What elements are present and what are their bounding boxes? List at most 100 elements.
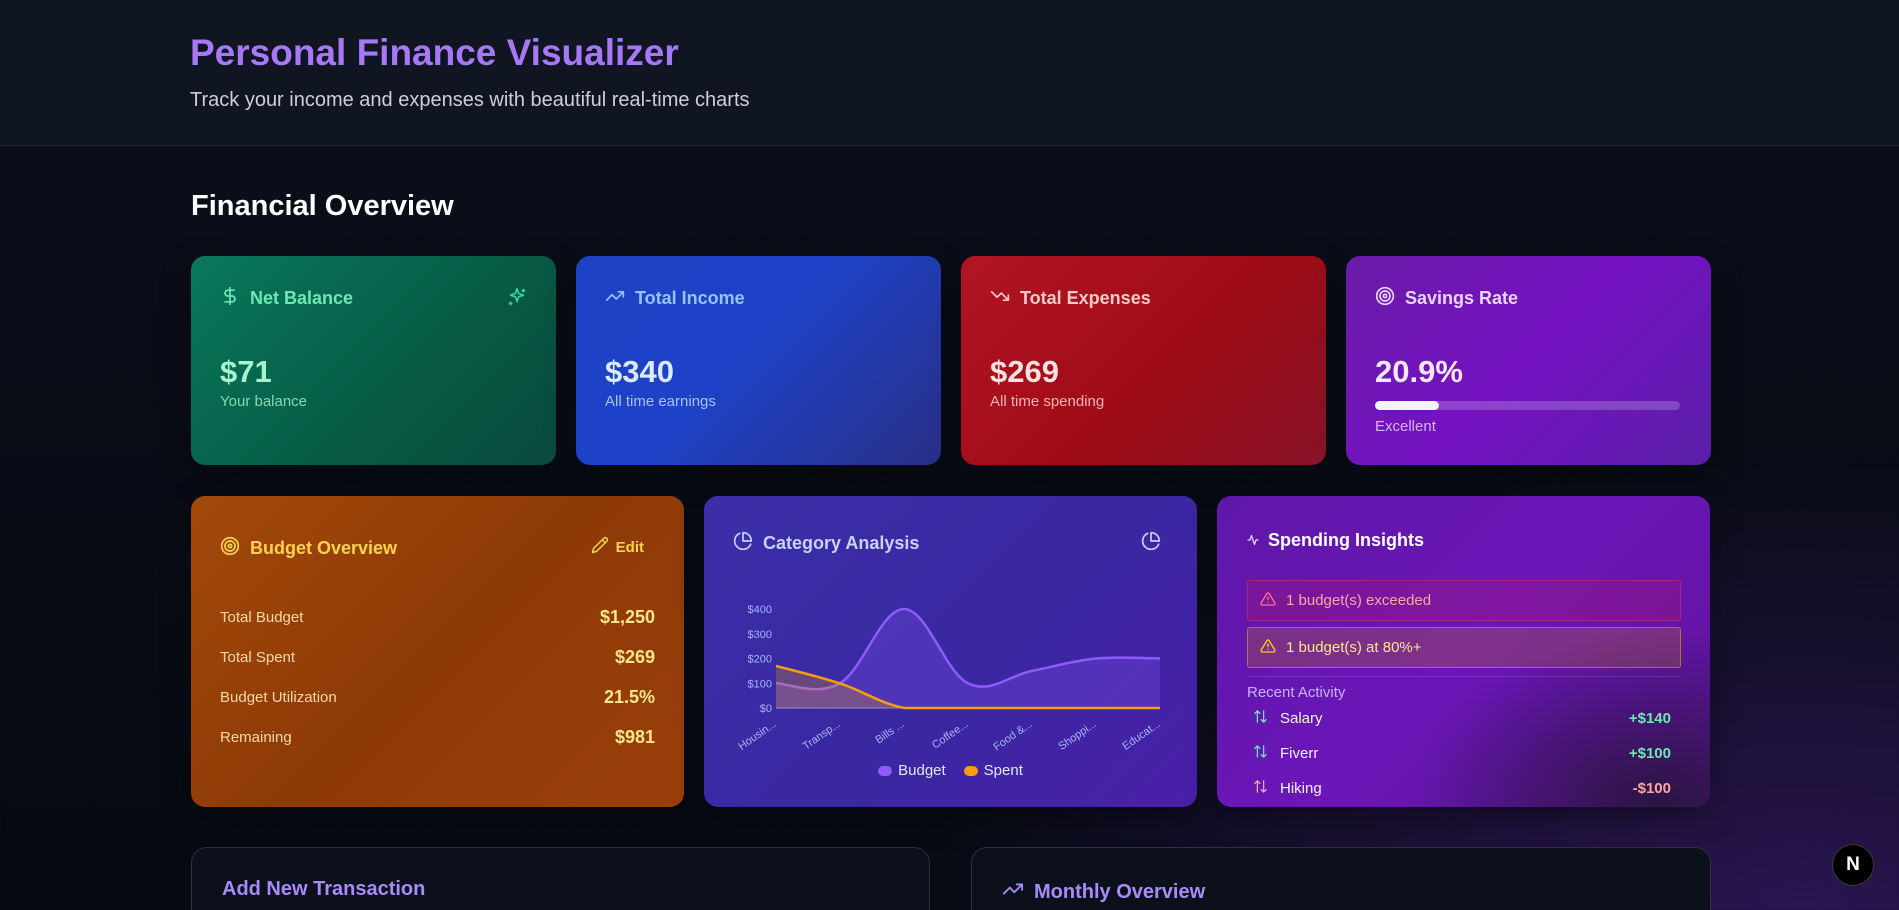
activity-name: Salary	[1280, 710, 1323, 727]
activity-item: Salary +$140	[1247, 709, 1671, 728]
activity-name: Hiking	[1280, 780, 1322, 797]
budget-row: Budget Utilization 21.5%	[220, 687, 655, 708]
monthly-overview-panel: Monthly Overview	[971, 847, 1711, 910]
net-balance-card: Net Balance $71 Your balance	[191, 256, 556, 465]
monthly-overview-header: Monthly Overview	[1002, 878, 1205, 906]
dollar-icon	[220, 286, 240, 311]
total-expenses-header: Total Expenses	[990, 286, 1151, 311]
recent-activity-label: Recent Activity	[1247, 684, 1346, 701]
budget-overview-header: Budget Overview	[220, 536, 397, 561]
net-balance-sub: Your balance	[220, 393, 308, 410]
add-transaction-panel: Add New Transaction	[191, 847, 930, 910]
arrow-up-down-icon	[1247, 709, 1268, 728]
trending-down-icon	[990, 286, 1010, 311]
budget-row-value: $981	[614, 727, 655, 747]
budget-row-value: $269	[614, 647, 655, 667]
target-icon	[220, 536, 240, 561]
sparkles-icon	[506, 286, 528, 308]
trending-up-icon	[605, 286, 625, 311]
monthly-overview-title: Monthly Overview	[1034, 880, 1206, 903]
trending-up-icon	[1002, 878, 1024, 906]
budget-row-value: 21.5%	[603, 687, 655, 707]
savings-rate-sub: Excellent	[1375, 418, 1436, 435]
warning-icon	[1260, 638, 1276, 658]
legend-item-budget[interactable]: Budget	[878, 762, 946, 779]
alert-budget-exceeded: 1 budget(s) exceeded	[1247, 580, 1681, 621]
net-balance-label: Net Balance	[250, 288, 354, 308]
spending-insights-header: Spending Insights	[1247, 530, 1424, 551]
x-tick-label: Housin...	[736, 718, 778, 753]
y-tick-label: $200	[748, 654, 772, 666]
net-balance-header: Net Balance	[220, 286, 353, 311]
savings-rate-label: Savings Rate	[1405, 288, 1519, 308]
total-income-header: Total Income	[605, 286, 745, 311]
edit-budget-button[interactable]: Edit	[591, 536, 644, 558]
budget-overview-title: Budget Overview	[250, 538, 398, 558]
total-income-label: Total Income	[635, 288, 745, 308]
y-tick-label: $300	[748, 629, 772, 641]
budget-row: Remaining $981	[220, 727, 655, 748]
warning-icon	[1260, 591, 1276, 611]
savings-rate-value: 20.9%	[1375, 354, 1463, 389]
savings-progress-fill	[1375, 401, 1439, 410]
x-tick-label: Bills ...	[873, 718, 906, 746]
activity-amount: +$140	[1628, 710, 1671, 727]
x-tick-label: Food &...	[991, 718, 1034, 753]
add-transaction-title: Add New Transaction	[222, 878, 426, 900]
net-balance-value: $71	[220, 354, 272, 389]
total-expenses-card: Total Expenses $269 All time spending	[961, 256, 1326, 465]
category-analysis-card: Category Analysis $0 $100 $200 $300 $400 Hous…	[704, 496, 1197, 807]
total-income-value: $340	[605, 354, 674, 389]
app-subtitle: Track your income and expenses with beau…	[190, 89, 750, 111]
x-tick-label: Shoppi...	[1056, 718, 1098, 753]
y-tick-label: $400	[748, 604, 772, 616]
budget-row-label: Budget Utilization	[220, 689, 337, 706]
section-title: Financial Overview	[191, 190, 454, 222]
nextjs-badge[interactable]: N	[1832, 844, 1874, 886]
spending-insights-title: Spending Insights	[1268, 530, 1424, 550]
category-chart: $0 $100 $200 $300 $400 Housin... Transp... Bill…	[736, 604, 1162, 754]
app-header: Personal Finance Visualizer Track your i…	[0, 0, 1899, 146]
alert-budget-warning: 1 budget(s) at 80%+	[1247, 627, 1681, 668]
legend-swatch-spent	[963, 765, 978, 776]
total-expenses-value: $269	[990, 354, 1059, 389]
arrow-up-down-icon	[1247, 779, 1268, 798]
legend-swatch-budget	[878, 765, 893, 776]
activity-item: Fiverr +$100	[1247, 744, 1671, 763]
legend-label-budget: Budget	[898, 762, 946, 779]
budget-row-label: Total Budget	[220, 609, 304, 626]
budget-row: Total Spent $269	[220, 647, 655, 668]
x-tick-label: Educat...	[1120, 718, 1162, 753]
arrow-up-down-icon	[1247, 744, 1268, 763]
x-tick-label: Coffee...	[930, 718, 971, 752]
budget-row: Total Budget $1,250	[220, 607, 655, 628]
edit-label: Edit	[615, 538, 644, 556]
total-expenses-label: Total Expenses	[1020, 288, 1151, 308]
alert-text: 1 budget(s) at 80%+	[1286, 639, 1422, 656]
activity-amount: -$100	[1632, 780, 1671, 797]
activity-item: Hiking -$100	[1247, 779, 1671, 798]
savings-rate-header: Savings Rate	[1375, 286, 1518, 311]
total-income-card: Total Income $340 All time earnings	[576, 256, 941, 465]
divider	[1247, 676, 1681, 677]
budget-row-value: $1,250	[599, 607, 655, 627]
budget-row-label: Remaining	[220, 729, 292, 746]
total-expenses-sub: All time spending	[990, 393, 1105, 410]
pencil-icon	[591, 536, 609, 558]
target-icon	[1375, 286, 1395, 311]
budget-row-label: Total Spent	[220, 649, 296, 666]
budget-overview-card: Budget Overview Edit Total Budget $1,250…	[191, 496, 684, 807]
savings-rate-card: Savings Rate 20.9% Excellent	[1346, 256, 1711, 465]
total-income-sub: All time earnings	[605, 393, 716, 410]
legend-item-spent[interactable]: Spent	[963, 762, 1023, 779]
activity-amount: +$100	[1628, 745, 1671, 762]
legend-label-spent: Spent	[983, 762, 1023, 779]
y-tick-label: $0	[760, 703, 772, 715]
chart-legend: Budget Spent	[704, 762, 1197, 779]
activity-name: Fiverr	[1280, 745, 1319, 762]
y-tick-label: $100	[748, 678, 772, 690]
alert-text: 1 budget(s) exceeded	[1286, 592, 1432, 609]
x-tick-label: Transp...	[801, 718, 843, 752]
spending-insights-card: Spending Insights 1 budget(s) exceeded 1…	[1217, 496, 1710, 807]
activity-icon	[1247, 530, 1259, 551]
